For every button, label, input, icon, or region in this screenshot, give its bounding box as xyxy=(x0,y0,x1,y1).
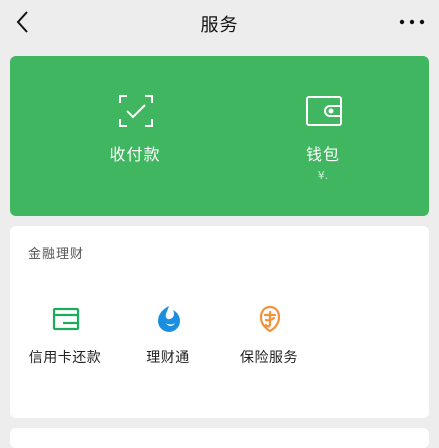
more-dots-icon xyxy=(399,19,425,25)
pay-receive-button[interactable]: 收付款 xyxy=(75,56,195,216)
wallet-balance: ¥. xyxy=(317,169,329,182)
insurance-service-button[interactable]: 保险服务 xyxy=(219,296,319,376)
credit-card-repay-label: 信用卡还款 xyxy=(28,350,102,366)
insurance-icon xyxy=(259,305,281,333)
licaitong-icon xyxy=(158,306,180,332)
scan-check-icon xyxy=(119,95,153,127)
licaitong-label: 理财通 xyxy=(146,350,190,366)
licaitong-button[interactable]: 理财通 xyxy=(118,296,218,376)
more-button[interactable] xyxy=(397,10,427,34)
insurance-service-label: 保险服务 xyxy=(240,350,298,366)
credit-card-repay-button[interactable]: 信用卡还款 xyxy=(15,296,115,376)
pay-receive-label: 收付款 xyxy=(109,145,161,164)
wallet-label: 钱包 xyxy=(305,145,340,164)
wallet-icon xyxy=(306,96,342,126)
wallet-card: 收付款 钱包 ¥. xyxy=(10,56,429,216)
page-title: 服务 xyxy=(200,15,239,36)
next-section xyxy=(10,428,429,448)
wallet-button[interactable]: 钱包 ¥. xyxy=(263,56,383,216)
navbar: 服务 xyxy=(0,0,439,44)
credit-card-icon xyxy=(52,307,80,331)
finance-section: 金融理财 信用卡还款 理财通 保险服务 xyxy=(10,226,429,418)
section-title: 金融理财 xyxy=(28,247,85,262)
